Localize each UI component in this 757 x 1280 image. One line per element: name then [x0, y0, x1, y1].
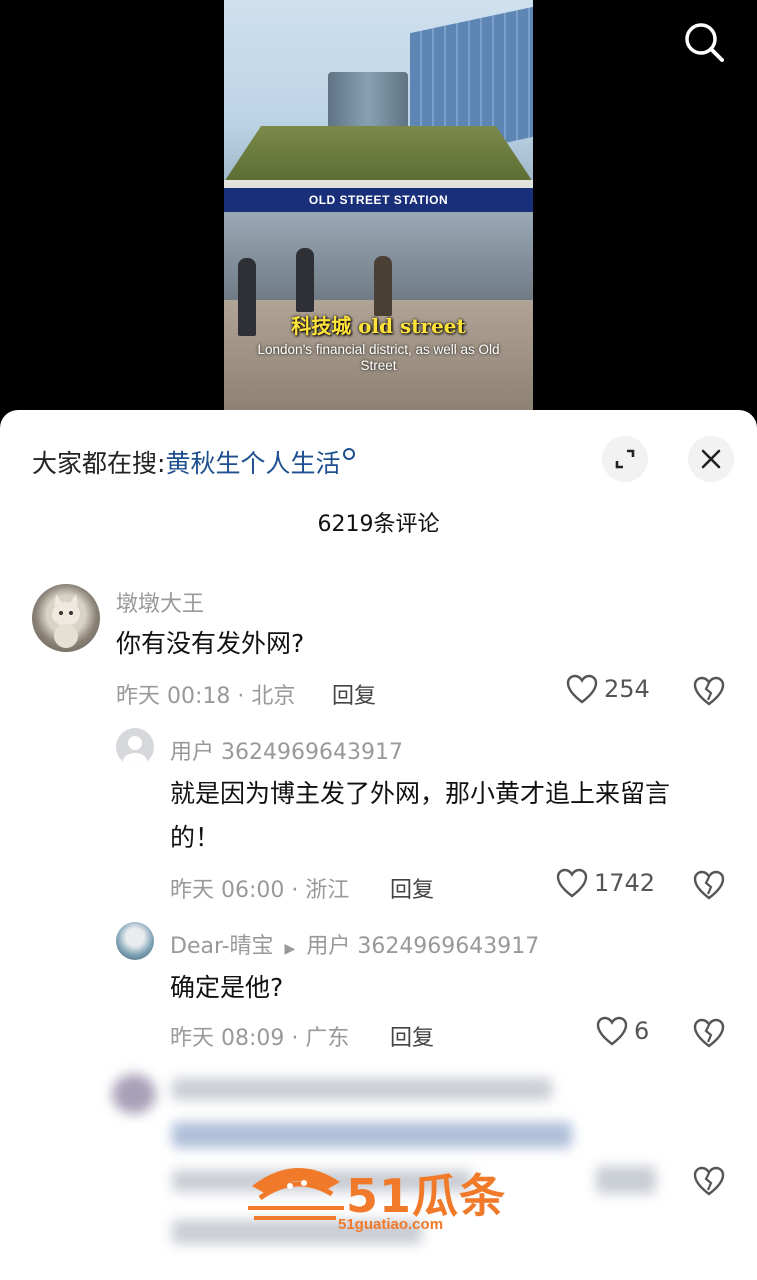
watermark: 51瓜条 51guatiao.com: [246, 1156, 511, 1238]
avatar[interactable]: [116, 922, 154, 960]
like-count: 6: [634, 1017, 650, 1045]
broken-heart-icon[interactable]: [693, 675, 725, 707]
green-roof: [224, 126, 533, 182]
station-sign: OLD STREET STATION: [224, 188, 533, 212]
comment-username[interactable]: 用户 3624969643917: [170, 734, 403, 766]
avatar[interactable]: [32, 584, 100, 652]
comment-text: 确定是他?: [170, 973, 284, 1002]
pedestrian: [374, 256, 392, 316]
blurred-like: [596, 1166, 656, 1194]
watermark-url: 51guatiao.com: [338, 1216, 444, 1233]
comment-username[interactable]: 墩墩大王: [116, 586, 204, 618]
like-button[interactable]: 1742: [556, 868, 655, 898]
video-caption-subtitle: London’s financial district, as well as …: [257, 342, 500, 373]
heart-icon: [556, 868, 588, 898]
comment-text: 就是因为博主发了外网，那小黄才追上来留言的！: [170, 779, 671, 852]
watermelon-logo-icon: [248, 1167, 344, 1220]
broken-heart-icon[interactable]: [693, 1017, 725, 1049]
broken-heart-icon[interactable]: [693, 869, 725, 901]
cat-avatar-icon: [52, 594, 80, 648]
expand-icon: [615, 449, 635, 469]
comment-meta: 昨天 08:09 · 广东: [170, 1026, 350, 1051]
comment-text: 你有没有发外网?: [116, 629, 305, 658]
reply-to-username[interactable]: 用户 3624969643917: [306, 934, 539, 959]
search-suggestion-prefix: 大家都在搜:: [32, 449, 166, 478]
blurred-username: [172, 1078, 552, 1100]
reply-button[interactable]: 回复: [390, 872, 434, 904]
avatar[interactable]: [116, 728, 154, 766]
roof-rim: [224, 180, 533, 188]
expand-button[interactable]: [602, 436, 648, 482]
comment-meta: 昨天 00:18 · 北京: [116, 684, 296, 709]
search-icon[interactable]: [682, 20, 726, 64]
comment-username-line: Dear-晴宝 ▶ 用户 3624969643917: [170, 928, 539, 960]
video-frame[interactable]: OLD STREET STATION 科技城 old street London…: [224, 0, 533, 412]
reply-button[interactable]: 回复: [390, 1020, 434, 1052]
like-count: 254: [604, 675, 650, 703]
default-user-icon: [123, 736, 147, 766]
reply-button[interactable]: 回复: [332, 678, 376, 710]
like-count: 1742: [594, 869, 656, 897]
reply-arrow-icon: ▶: [284, 941, 296, 957]
like-button[interactable]: 254: [566, 674, 650, 704]
comment-username[interactable]: Dear-晴宝: [170, 934, 274, 959]
blurred-avatar: [112, 1074, 156, 1114]
heart-icon: [596, 1016, 628, 1046]
close-icon: [701, 449, 721, 469]
close-button[interactable]: [688, 436, 734, 482]
comment-count: 6219条评论: [317, 512, 440, 537]
video-area[interactable]: OLD STREET STATION 科技城 old street London…: [0, 0, 757, 430]
pedestrian: [296, 248, 314, 312]
comment-meta: 昨天 06:00 · 浙江: [170, 878, 350, 903]
broken-heart-icon[interactable]: [693, 1165, 725, 1197]
search-suggestion-keyword[interactable]: 黄秋生个人生活: [165, 449, 340, 478]
blurred-comment-text: [172, 1122, 572, 1148]
video-caption-title: 科技城 old street: [291, 314, 466, 338]
like-button[interactable]: 6: [596, 1016, 649, 1046]
heart-icon: [566, 674, 598, 704]
search-suggestion[interactable]: 大家都在搜:黄秋生个人生活: [32, 444, 356, 480]
search-small-icon: [343, 448, 356, 460]
